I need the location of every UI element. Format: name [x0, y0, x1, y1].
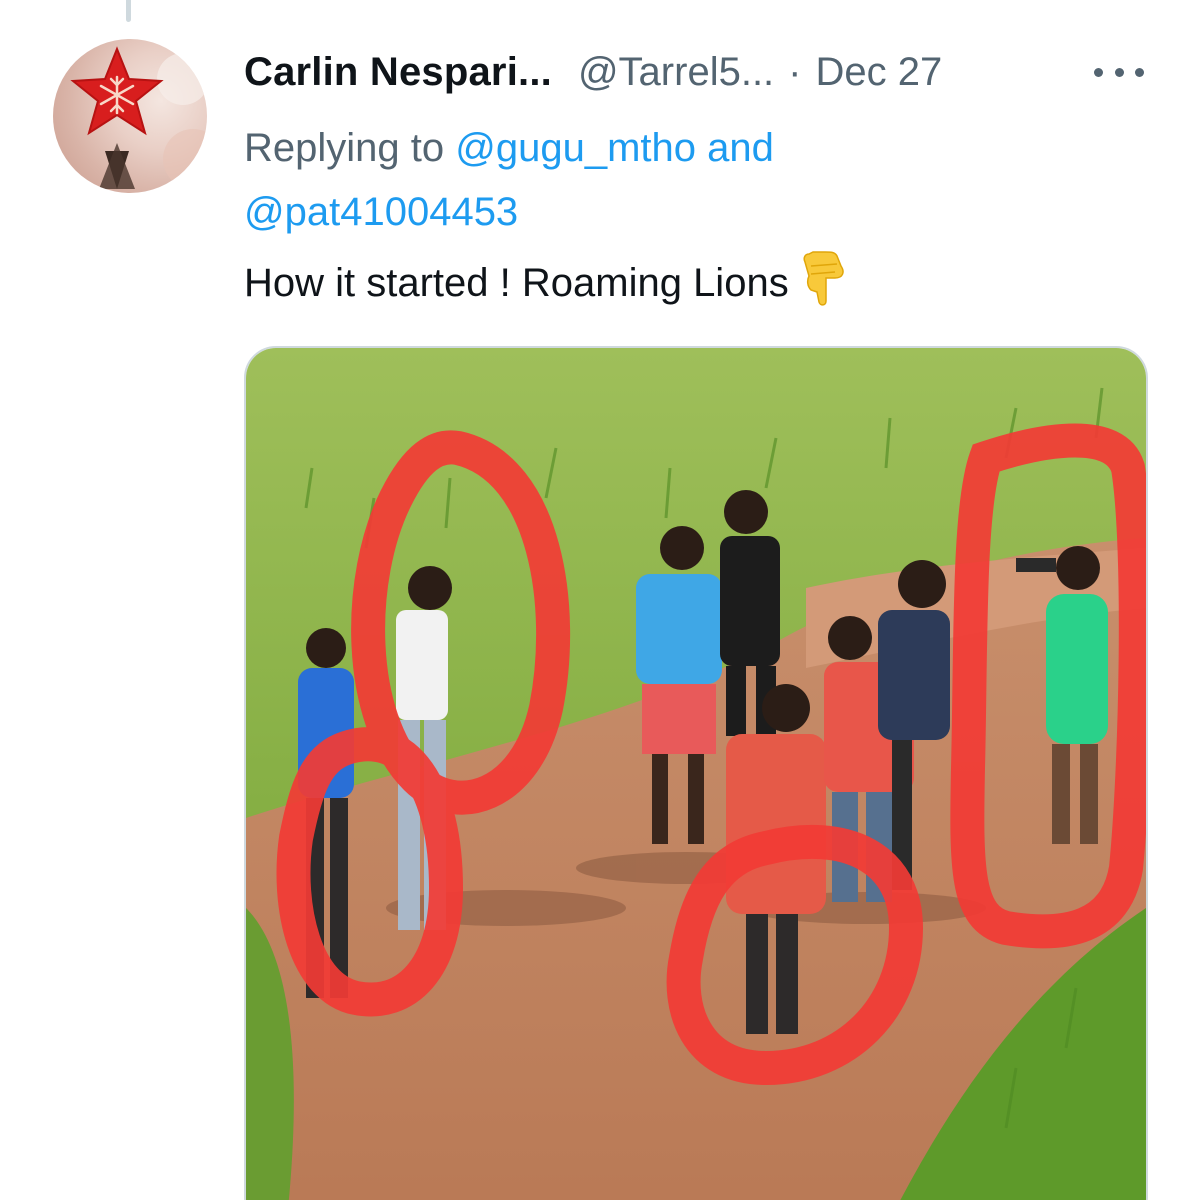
tweet-media-image[interactable]	[244, 346, 1148, 1200]
tweet-header: Carlin Nespari... @Tarrel5... · Dec 27	[244, 44, 1144, 100]
tweet-body: How it started ! Roaming Lions	[244, 250, 1144, 321]
separator-dot: ·	[788, 49, 802, 94]
thread-connector-line	[126, 0, 131, 22]
replying-prefix: Replying to	[244, 126, 445, 170]
more-options-icon[interactable]	[1094, 50, 1144, 94]
photo-children-on-dirt-path	[246, 348, 1146, 1200]
tweet-card[interactable]: Carlin Nespari... @Tarrel5... · Dec 27 R…	[0, 0, 1200, 1200]
tweet-text: How it started ! Roaming Lions	[244, 261, 789, 305]
more-dot	[1114, 67, 1124, 77]
pointing-down-hand-icon	[801, 250, 847, 321]
reply-conjunction[interactable]: and	[707, 126, 774, 170]
tweet-date[interactable]: Dec 27	[816, 50, 943, 95]
replying-to-line: Replying to @gugu_mtho and @pat41004453	[244, 116, 1144, 244]
avatar[interactable]	[53, 39, 207, 193]
display-name[interactable]: Carlin Nespari...	[244, 50, 552, 95]
mention-link[interactable]: @gugu_mtho	[455, 126, 696, 170]
christmas-star-icon	[70, 46, 207, 189]
more-dot	[1094, 67, 1103, 77]
more-dot	[1135, 67, 1144, 77]
user-handle[interactable]: @Tarrel5...	[578, 50, 774, 95]
mention-link[interactable]: @pat41004453	[244, 190, 518, 234]
